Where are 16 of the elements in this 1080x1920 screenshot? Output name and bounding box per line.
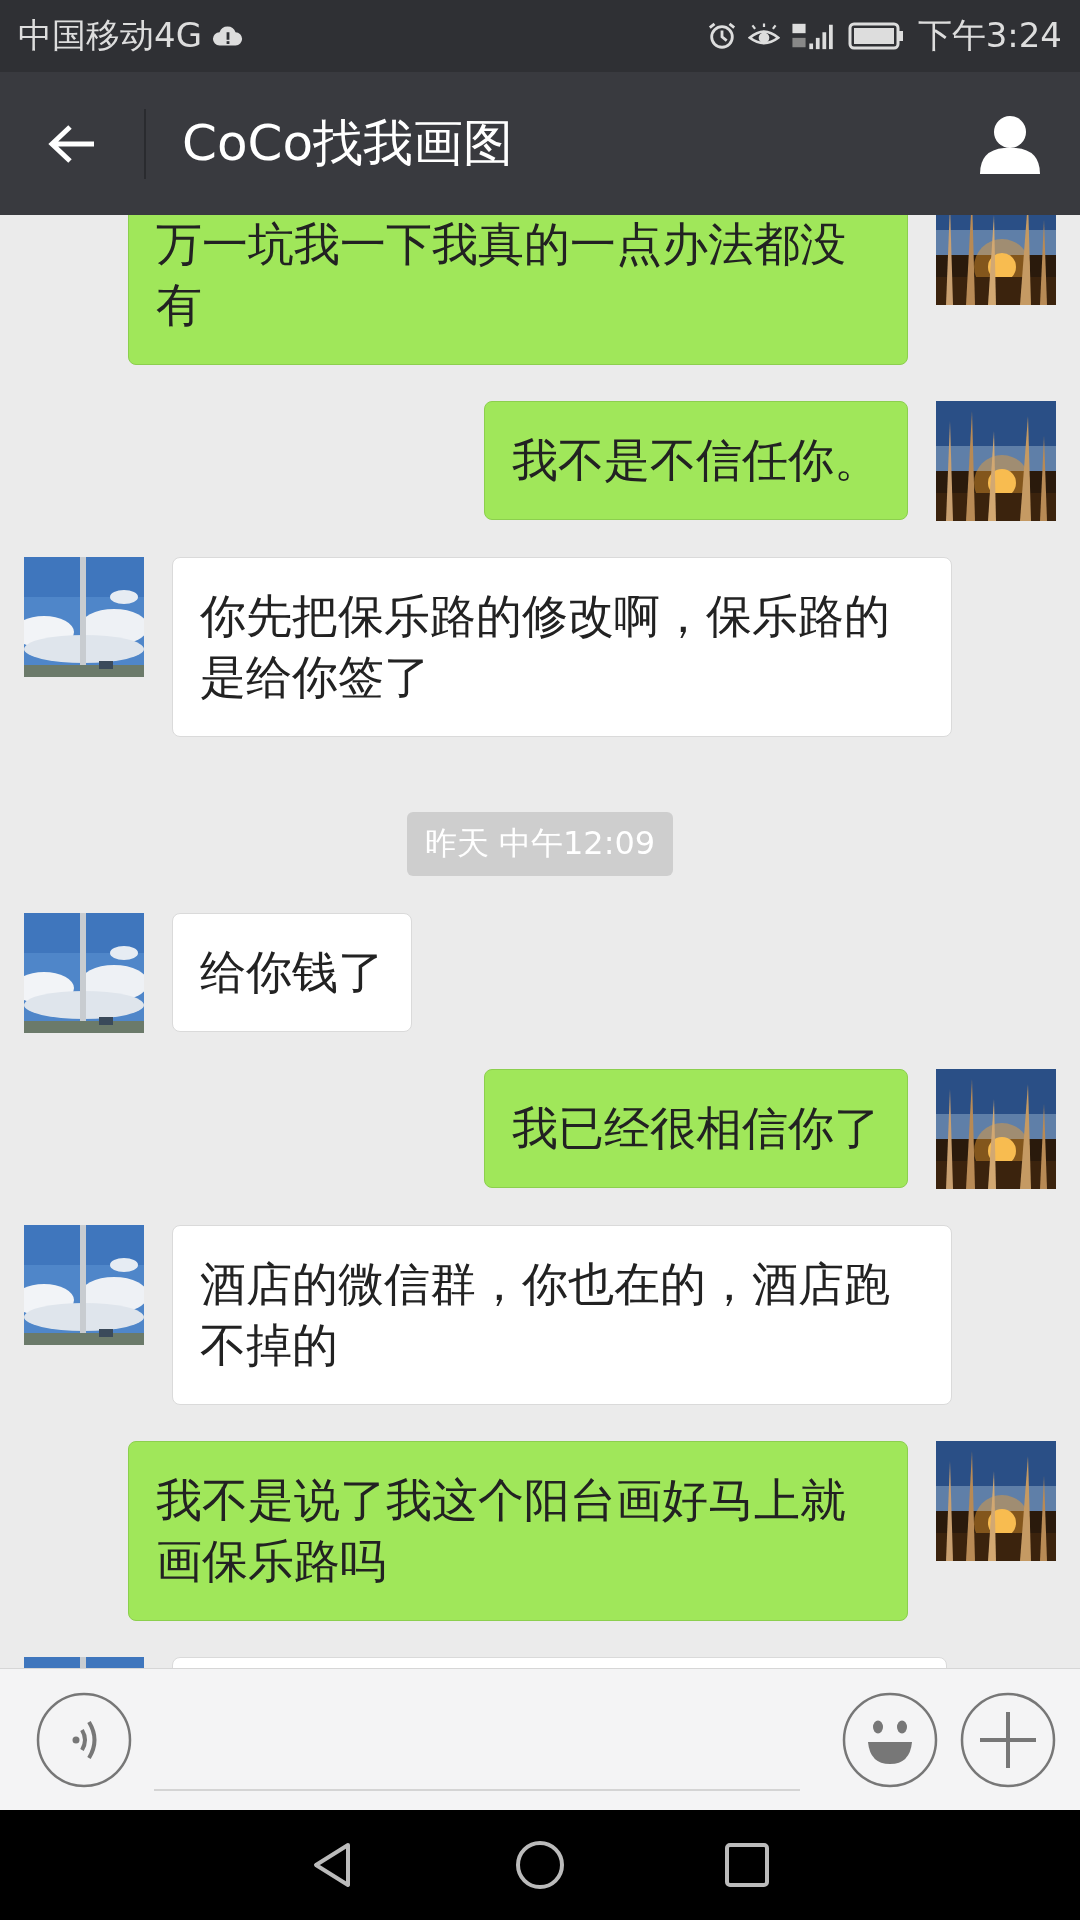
message-bubble: 酒店的微信群，你也在的，酒店跑不掉的 — [172, 1225, 952, 1405]
message-bubble: 我不是不信任你。 — [484, 401, 908, 520]
message-bubble: 你先把保乐路的修改啊，保乐路的是给你签了 — [172, 557, 952, 737]
chat-title: CoCo找我画图 — [182, 113, 514, 174]
message-bubble: 万一坑我一下我真的一点办法都没有 — [128, 215, 908, 365]
home-icon[interactable] — [515, 1840, 565, 1890]
voice-icon[interactable] — [36, 1691, 132, 1788]
battery-icon — [847, 22, 904, 50]
message-bubble: 我已经很相信你了 — [484, 1069, 908, 1188]
smiley-icon[interactable] — [842, 1691, 938, 1788]
clock-time: 下午3:24 — [917, 14, 1062, 57]
message-bubble: 给你钱了 — [172, 913, 412, 1032]
carrier-name: 中国移动4G — [18, 14, 202, 57]
plus-icon[interactable] — [960, 1691, 1056, 1788]
person-icon[interactable] — [978, 113, 1042, 174]
message-bubble: 我不是说了我这个阳台画好马上就画保乐路吗 — [128, 1441, 908, 1621]
